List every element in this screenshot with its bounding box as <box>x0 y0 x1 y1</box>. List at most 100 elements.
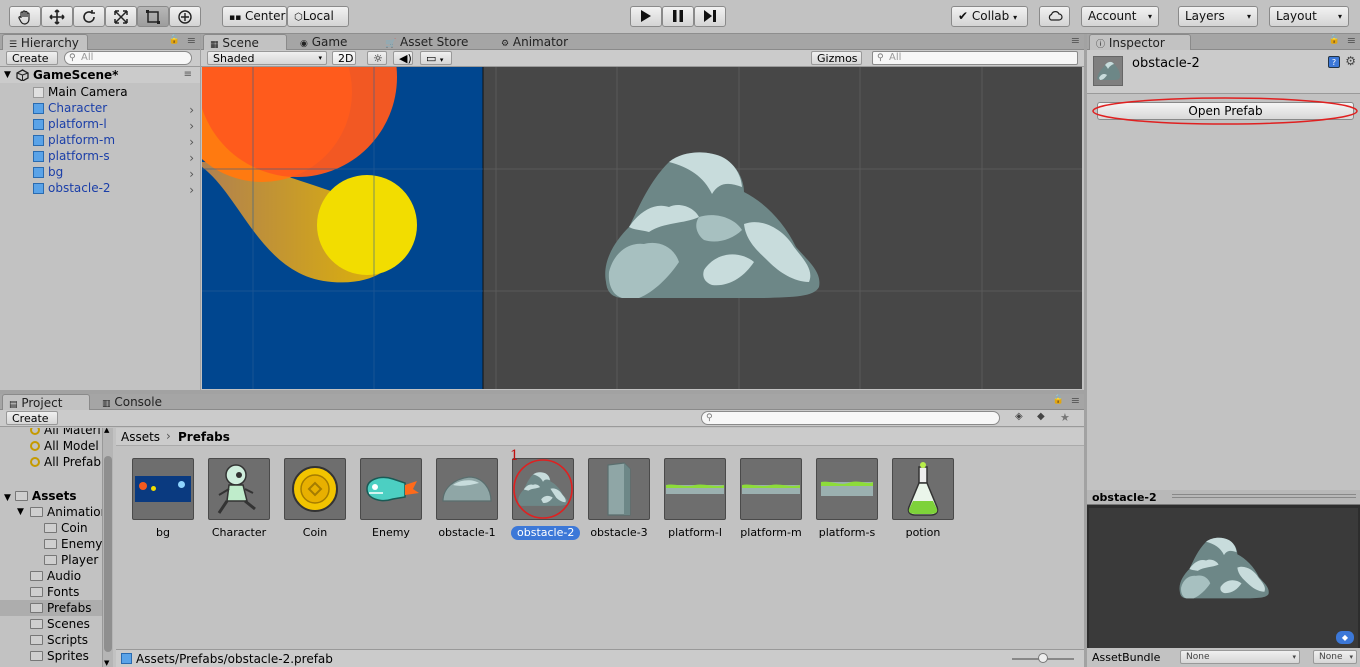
rect-tool-button[interactable] <box>137 6 169 27</box>
scale-tool-button[interactable] <box>105 6 137 27</box>
collab-dropdown[interactable]: ✔ Collab ▾ <box>951 6 1028 27</box>
pivot-local-toggle[interactable]: ⬡Local <box>287 6 349 27</box>
expand-arrow-icon[interactable]: ▼ <box>17 504 24 520</box>
pivot-center-toggle[interactable]: ▪▪ Center <box>222 6 287 27</box>
tab-scene[interactable]: ▦ Scene <box>203 34 287 50</box>
mode-2d-toggle[interactable]: 2D <box>332 51 356 65</box>
folder-tree-item[interactable]: ▼ Animation <box>0 504 108 520</box>
hierarchy-search-input[interactable]: ⚲ All <box>64 51 192 65</box>
folder-tree-item[interactable]: Coin <box>0 520 102 536</box>
panel-menu-icon[interactable]: ≡ <box>1071 394 1080 407</box>
favorite-star-icon[interactable]: ★ <box>1060 411 1070 424</box>
hierarchy-item[interactable]: obstacle-2 › <box>0 180 200 198</box>
tab-asset-store[interactable]: 🛒 Asset Store <box>379 34 474 50</box>
asset-tile[interactable]: obstacle-3 <box>587 458 651 540</box>
folder-tree-item[interactable]: Audio <box>0 568 102 584</box>
expand-arrow-icon[interactable]: ▼ <box>4 67 11 83</box>
tab-project[interactable]: ▤ Project <box>2 394 90 410</box>
asset-tile[interactable]: obstacle-1 <box>435 458 499 540</box>
tab-game[interactable]: ◉ Game <box>294 34 353 50</box>
step-button[interactable] <box>694 6 726 27</box>
folder-tree-item[interactable]: Scripts <box>0 632 102 648</box>
preview-drag-handle[interactable] <box>1172 494 1356 498</box>
help-book-icon[interactable]: ? <box>1328 56 1340 68</box>
panel-menu-icon[interactable]: ≡ <box>1071 34 1080 47</box>
folder-tree-item[interactable]: Enemy <box>0 536 102 552</box>
lock-icon[interactable]: 🔒 <box>169 35 180 45</box>
filter-type-icon[interactable]: ◈ <box>1015 411 1023 422</box>
lock-icon[interactable]: 🔒 <box>1329 35 1340 45</box>
asset-tile[interactable]: Enemy <box>359 458 423 540</box>
tree-scroll-thumb[interactable] <box>104 456 112 652</box>
tab-hierarchy[interactable]: ☰ Hierarchy <box>2 34 88 50</box>
layout-dropdown[interactable]: Layout ▾ <box>1269 6 1349 27</box>
panel-menu-icon[interactable]: ≡ <box>1347 34 1356 47</box>
asset-thumbnail <box>132 458 194 520</box>
account-dropdown[interactable]: Account ▾ <box>1081 6 1159 27</box>
assets-root-row[interactable]: ▼ Assets <box>0 488 77 504</box>
hierarchy-panel: ☰ Hierarchy 🔒 ≡ Create ▾ ⚲ All ▼ GameSce… <box>0 34 200 390</box>
hierarchy-item[interactable]: platform-m › <box>0 132 200 149</box>
tree-scrollbar[interactable]: ▲ ▼ <box>102 428 113 667</box>
breadcrumb-prefabs[interactable]: Prefabs <box>178 430 230 444</box>
expand-arrow-icon[interactable]: ▼ <box>4 493 11 503</box>
label-tag-icon[interactable]: ◆ <box>1336 631 1354 644</box>
folder-tree-item[interactable]: Player <box>0 552 102 568</box>
shading-mode-dropdown[interactable]: Shaded ▾ <box>207 51 327 65</box>
hierarchy-item[interactable]: platform-l › <box>0 116 200 133</box>
tab-inspector[interactable]: ⓘ Inspector <box>1089 34 1191 50</box>
thumbnail-size-slider-thumb[interactable] <box>1038 653 1048 663</box>
effects-dropdown[interactable]: ▭ ▾ <box>420 51 452 65</box>
project-create-button[interactable]: Create ▾ <box>6 411 58 437</box>
asset-tile[interactable]: platform-s <box>815 458 879 540</box>
gear-icon[interactable]: ⚙ <box>1345 54 1356 68</box>
scene-search-input[interactable]: ⚲ All <box>872 51 1078 65</box>
rotate-tool-button[interactable] <box>73 6 105 27</box>
scroll-down-icon[interactable]: ▼ <box>104 659 109 667</box>
asset-tile[interactable]: bg <box>131 458 195 540</box>
play-button[interactable] <box>630 6 662 27</box>
folder-tree-item[interactable]: Fonts <box>0 584 102 600</box>
asset-tile[interactable]: Coin <box>283 458 347 540</box>
assetbundle-dropdown[interactable]: None ▾ <box>1180 650 1300 664</box>
asset-tile[interactable]: Character <box>207 458 271 540</box>
tab-console[interactable]: ▥ Console <box>96 394 168 410</box>
project-search-input[interactable]: ⚲ <box>701 411 1000 425</box>
cloud-button[interactable] <box>1039 6 1070 27</box>
lock-icon[interactable]: 🔒 <box>1053 395 1064 405</box>
hierarchy-item[interactable]: Character › <box>0 100 200 117</box>
audio-toggle[interactable]: ◀) <box>393 51 413 65</box>
scene-row[interactable]: ▼ GameScene* ≡ <box>0 67 200 83</box>
breadcrumb-assets[interactable]: Assets <box>121 430 160 444</box>
asset-tile[interactable]: platform-l <box>663 458 727 540</box>
folder-tree-item[interactable]: Prefabs <box>0 600 102 616</box>
folder-tree-item[interactable]: Scenes <box>0 616 102 632</box>
move-tool-button[interactable] <box>41 6 73 27</box>
favorite-search-item[interactable]: All Model <box>30 438 99 454</box>
favorite-search-item[interactable]: All Prefab <box>30 454 101 470</box>
gizmos-dropdown[interactable]: Gizmos▾ <box>811 51 862 75</box>
hierarchy-item[interactable]: platform-s › <box>0 148 200 165</box>
tab-animator[interactable]: ⚙ Animator <box>495 34 574 50</box>
scroll-up-icon[interactable]: ▲ <box>104 428 109 434</box>
preview-viewport[interactable]: ◆ <box>1089 508 1358 648</box>
asset-tile[interactable]: platform-m <box>739 458 803 540</box>
lighting-toggle[interactable]: ☼ <box>367 51 387 65</box>
chevron-right-icon[interactable]: › <box>189 182 194 198</box>
assetbundle-variant-dropdown[interactable]: None ▾ <box>1313 650 1357 664</box>
pause-button[interactable] <box>662 6 694 27</box>
hierarchy-create-button[interactable]: Create ▾ <box>6 51 58 77</box>
hierarchy-item[interactable]: bg › <box>0 164 200 181</box>
scene-viewport[interactable] <box>202 67 1082 389</box>
favorite-search-item[interactable]: All Materi <box>30 428 101 438</box>
asset-tile[interactable]: potion <box>891 458 955 540</box>
panel-menu-icon[interactable]: ≡ <box>187 34 196 47</box>
hand-tool-button[interactable] <box>9 6 41 27</box>
layers-dropdown[interactable]: Layers ▾ <box>1178 6 1258 27</box>
folder-tree-item[interactable]: Sprites <box>0 648 102 664</box>
filter-label-icon[interactable]: ◆ <box>1037 411 1045 422</box>
hierarchy-item[interactable]: Main Camera <box>0 84 200 100</box>
prefab-cube-icon <box>33 135 44 146</box>
transform-tool-button[interactable] <box>169 6 201 27</box>
scene-menu-icon[interactable]: ≡ <box>184 67 192 83</box>
